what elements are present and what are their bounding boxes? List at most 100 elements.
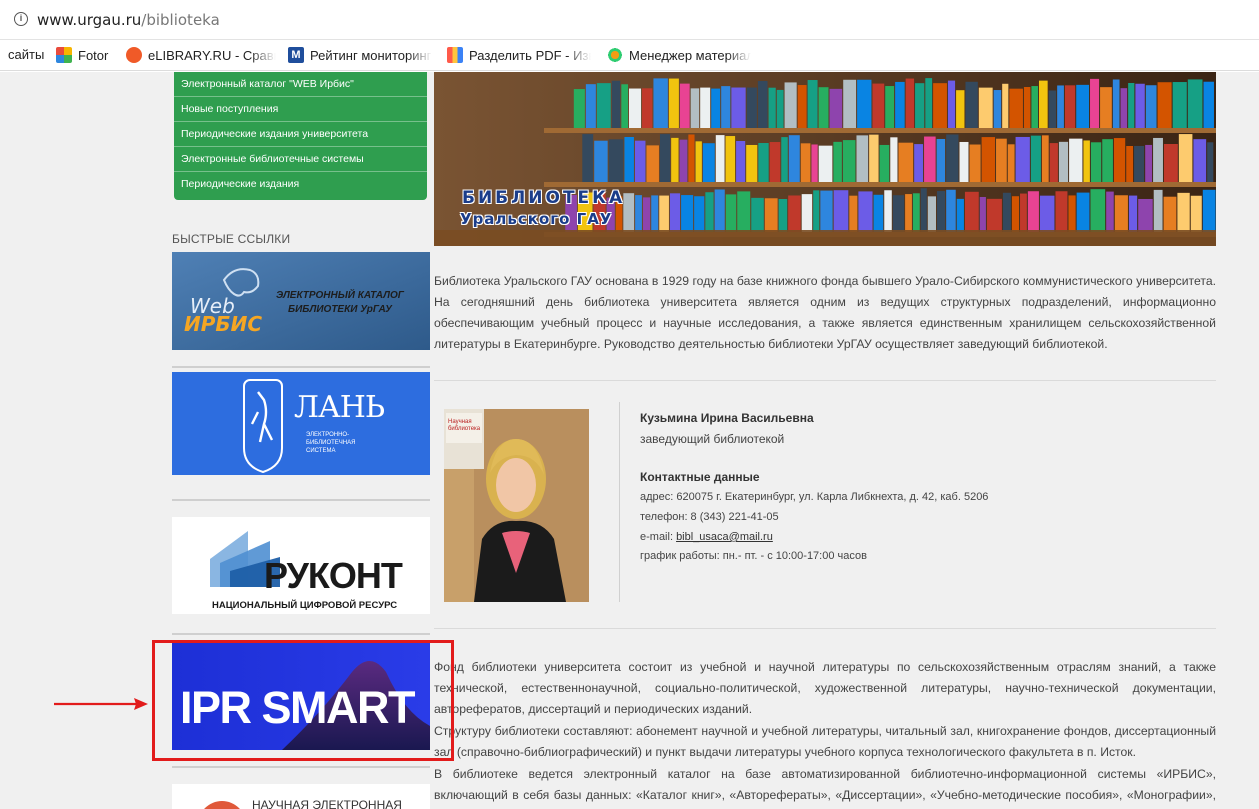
book-spine (981, 137, 996, 182)
book-spine (646, 145, 659, 182)
book-spine (582, 134, 594, 182)
menu-item-irbis-catalog[interactable]: Электронный каталог "WEB Ирбис" (174, 72, 427, 97)
book-spine (596, 83, 611, 128)
book-spine (905, 78, 915, 128)
divider (434, 380, 1216, 381)
book-spine (1163, 196, 1177, 232)
book-spine (621, 84, 629, 128)
scientific-library-logo-icon (198, 801, 246, 809)
book-spine (768, 87, 776, 128)
bookmark-pdf[interactable]: Разделить PDF - Изв (447, 47, 591, 63)
divider (172, 366, 430, 368)
red-arrow-icon (54, 698, 148, 710)
book-spine (1203, 81, 1214, 128)
url-text[interactable]: www.urgau.ru/biblioteka (37, 11, 220, 29)
book-spine (833, 190, 849, 232)
book-spine (694, 196, 705, 232)
fund-paragraph: Фонд библиотеки университета состоит из … (434, 660, 1216, 716)
book-spine (1076, 84, 1090, 128)
book-spine (969, 144, 981, 182)
book-spine (842, 140, 856, 182)
lan-link[interactable]: ЛАНЬ ЭЛЕКТРОННО- БИБЛИОТЕЧНАЯ СИСТЕМА (172, 372, 430, 475)
book-spine (956, 198, 964, 232)
info-icon[interactable]: i (14, 12, 28, 26)
divider (434, 628, 1216, 629)
book-spine (778, 198, 788, 232)
book-spine (946, 189, 956, 232)
book-spine (642, 88, 653, 128)
shelf-board (544, 182, 1216, 187)
structure-paragraph: Структуру библиотеки составляют: абонеме… (434, 724, 1216, 759)
book-spine (833, 141, 842, 182)
book-spine (746, 87, 757, 128)
book-spine (608, 139, 624, 182)
book-spine (659, 195, 669, 232)
lan-caption-3: СИСТЕМА (306, 448, 336, 454)
book-spine (797, 85, 807, 128)
banner-title: БИБЛИОТЕКА (462, 188, 626, 208)
book-spine (807, 80, 818, 128)
divider (172, 766, 430, 768)
book-spine (811, 144, 818, 182)
book-spine (764, 198, 778, 232)
irbis-link[interactable]: Web ИРБИС ЭЛЕКТРОННЫЙ КАТАЛОГ БИБЛИОТЕКИ… (172, 252, 430, 350)
book-spine (642, 197, 651, 232)
head-librarian-photo: Научная библиотека (444, 409, 589, 602)
book-spine (611, 80, 621, 128)
menu-item-university-periodicals[interactable]: Периодические издания университета (174, 122, 427, 147)
book-spine (892, 195, 905, 232)
book-spine (1049, 143, 1058, 182)
book-spine (872, 83, 885, 128)
book-spine (1135, 83, 1145, 128)
bookmark-sites[interactable]: сайты (8, 47, 44, 62)
lan-name: ЛАНЬ (294, 390, 385, 425)
book-spine (920, 188, 927, 232)
rukont-name: РУКОНТ (264, 555, 403, 596)
bookmark-fotor[interactable]: Fotor (56, 47, 108, 63)
bookmark-monitoring[interactable]: M Рейтинг мониторинг (288, 47, 432, 63)
book-spine (925, 78, 933, 128)
book-spine (1076, 192, 1090, 232)
email-link[interactable]: bibl_usaca@mail.ru (676, 531, 773, 543)
book-spine (1055, 191, 1068, 232)
book-spine (690, 88, 700, 128)
book-spine (818, 87, 829, 128)
photo-sign: Научная библиотека (448, 419, 481, 432)
menu-item-electronic-library-systems[interactable]: Электронные библиотечные системы (174, 147, 427, 172)
book-spine (715, 135, 725, 182)
book-spine (688, 134, 695, 182)
book-spine (624, 136, 634, 182)
book-spine (937, 191, 946, 232)
book-spine (1128, 195, 1138, 232)
book-spine (788, 135, 800, 182)
address-bar[interactable]: i www.urgau.ru/biblioteka (0, 0, 1259, 40)
book-spine (1090, 78, 1100, 128)
scientific-library-link[interactable]: НАУЧНАЯ ЭЛЕКТРОННАЯ (172, 784, 430, 809)
person-position: заведующий библиотекой (640, 432, 785, 446)
book-spine (737, 191, 751, 232)
book-spine (857, 79, 872, 128)
divider (172, 499, 430, 501)
book-spine (993, 90, 1002, 128)
book-spine (1002, 83, 1009, 128)
book-spine (959, 141, 969, 182)
bookmark-elibrary[interactable]: eLIBRARY.RU - Сравн (126, 47, 276, 63)
book-spine (1113, 138, 1126, 182)
lan-caption-1: ЭЛЕКТРОННО- (306, 432, 350, 438)
book-spine (679, 139, 688, 182)
book-spine (1153, 189, 1163, 232)
menu-item-periodicals[interactable]: Периодические издания (174, 172, 427, 197)
book-spine (946, 134, 959, 182)
book-spine (979, 196, 986, 232)
book-spine (776, 89, 784, 128)
book-spine (1002, 192, 1011, 232)
book-spine (1187, 79, 1203, 128)
bookmark-manager[interactable]: Менеджер материал (607, 47, 751, 63)
book-spine (884, 190, 892, 232)
book-spine (731, 87, 746, 128)
book-spine (1114, 195, 1128, 232)
menu-item-new-arrivals[interactable]: Новые поступления (174, 97, 427, 122)
rukont-link[interactable]: РУКОНТ НАЦИОНАЛЬНЫЙ ЦИФРОВОЙ РЕСУРС (172, 517, 430, 614)
book-spine (924, 136, 936, 182)
book-spine (914, 144, 924, 182)
